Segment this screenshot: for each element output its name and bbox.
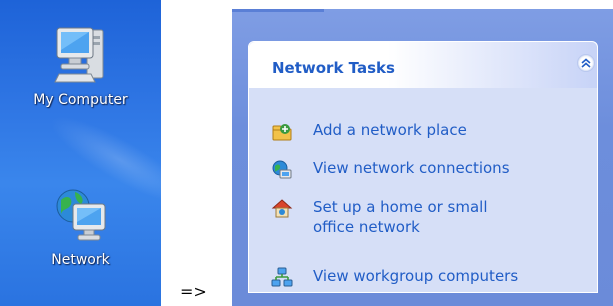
network-tasks-box: Network Tasks Add a network place View n… xyxy=(248,41,598,293)
task-label-line-1: Set up a home or small xyxy=(313,198,488,216)
desktop-icon-label: My Computer xyxy=(33,92,128,108)
task-label: View network connections xyxy=(313,159,510,177)
task-view-network-connections[interactable]: View network connections xyxy=(271,158,591,181)
network-tasks-title: Network Tasks xyxy=(272,59,395,77)
task-label: View workgroup computers xyxy=(313,267,519,285)
home-network-icon xyxy=(271,199,293,218)
desktop-icon-network[interactable]: Network xyxy=(0,186,161,268)
desktop-icon-my-computer[interactable]: My Computer xyxy=(0,22,161,108)
pane-top-edge xyxy=(232,9,324,12)
collapse-button[interactable] xyxy=(577,54,595,72)
task-add-network-place[interactable]: Add a network place xyxy=(271,120,591,143)
desktop-area: My Computer Network xyxy=(0,0,161,306)
desktop-icon-label: Network xyxy=(51,252,110,268)
task-label-line-2: office network xyxy=(313,218,420,236)
workgroup-computers-icon xyxy=(271,267,293,287)
task-view-workgroup-computers[interactable]: View workgroup computers xyxy=(271,266,591,289)
double-chevron-up-icon xyxy=(581,58,591,68)
my-computer-icon xyxy=(53,27,103,83)
network-connections-icon xyxy=(272,160,292,179)
task-pane: Network Tasks Add a network place View n… xyxy=(232,9,613,306)
task-label: Add a network place xyxy=(313,121,467,139)
network-icon xyxy=(56,189,105,241)
add-network-place-icon xyxy=(272,124,292,141)
transition-arrow: => xyxy=(180,282,207,301)
task-label: Set up a home or small office network xyxy=(313,197,488,237)
network-tasks-header[interactable]: Network Tasks xyxy=(249,42,597,88)
task-set-up-home-network[interactable]: Set up a home or small office network xyxy=(271,197,591,237)
